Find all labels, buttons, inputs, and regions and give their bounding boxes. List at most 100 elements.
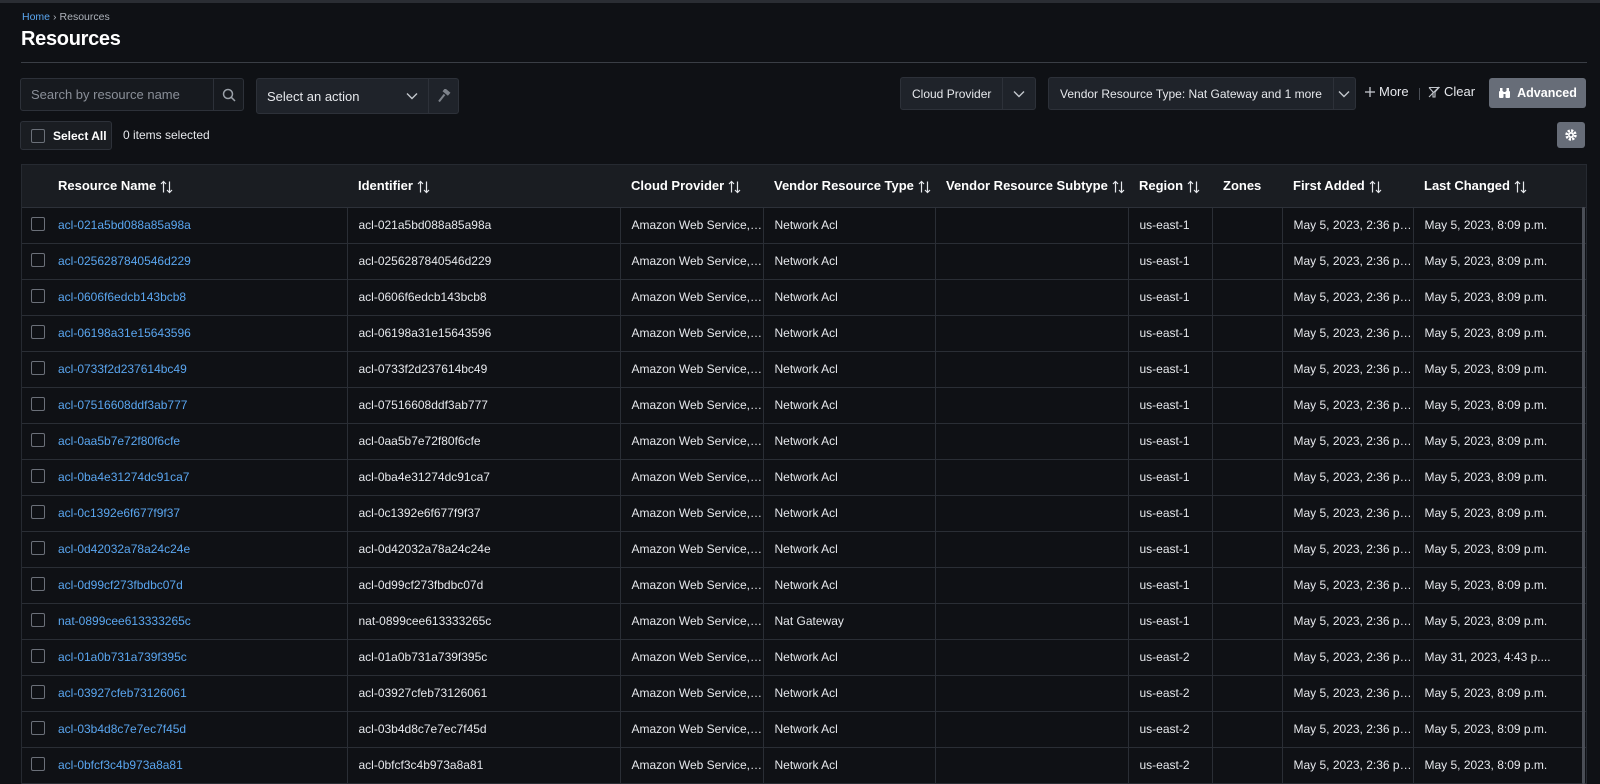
cloud-provider-filter-toggle[interactable] (1002, 78, 1035, 109)
cell-cloud-provider: Amazon Web Service, ... (620, 747, 764, 784)
column-header-resource-name[interactable]: Resource Name (47, 165, 347, 208)
column-header-zones: Zones (1212, 165, 1282, 208)
cell-identifier: acl-0d42032a78a24c24e (347, 531, 621, 568)
resource-name-link[interactable]: acl-01a0b731a739f395c (58, 650, 187, 664)
row-checkbox-cell (22, 387, 47, 424)
row-checkbox[interactable] (31, 324, 45, 339)
resource-name-link[interactable]: acl-0d42032a78a24c24e (58, 542, 190, 556)
table-row[interactable]: acl-03b4d8c7e7ec7f45d acl-03b4d8c7e7ec7f4… (22, 711, 1586, 748)
row-checkbox[interactable] (31, 432, 45, 447)
column-header-last-changed[interactable]: Last Changed (1413, 165, 1586, 208)
column-header-vendor-resource-type[interactable]: Vendor Resource Type (763, 165, 935, 208)
cell-first-added: May 5, 2023, 2:36 p.... (1282, 747, 1414, 784)
binoculars-icon (1499, 88, 1511, 98)
row-checkbox[interactable] (31, 684, 45, 699)
cell-vendor-resource-type: Network Acl (763, 639, 936, 676)
select-all-checkbox[interactable] (31, 128, 45, 143)
search-input[interactable] (21, 79, 213, 110)
table-row[interactable]: acl-0bfcf3c4b973a8a81 acl-0bfcf3c4b973a8a… (22, 747, 1586, 784)
table-scrollbar[interactable] (1582, 207, 1585, 784)
vendor-type-filter-toggle[interactable] (1332, 78, 1355, 109)
cell-first-added: May 5, 2023, 2:36 p.... (1282, 315, 1414, 352)
sort-icon[interactable] (1369, 180, 1382, 194)
table-row[interactable]: acl-021a5bd088a85a98a acl-021a5bd088a85a9… (22, 207, 1586, 244)
table-row[interactable]: acl-06198a31e15643596 acl-06198a31e156435… (22, 315, 1586, 352)
table-row[interactable]: acl-0606f6edcb143bcb8 acl-0606f6edcb143bc… (22, 279, 1586, 316)
row-checkbox-cell (22, 351, 47, 388)
row-checkbox[interactable] (31, 468, 45, 483)
row-checkbox[interactable] (31, 540, 45, 555)
cloud-provider-filter-label[interactable]: Cloud Provider (901, 87, 1002, 101)
column-header-region[interactable]: Region (1128, 165, 1212, 208)
row-checkbox[interactable] (31, 648, 45, 663)
vendor-type-filter-label[interactable]: Vendor Resource Type: Nat Gateway and 1 … (1049, 87, 1333, 101)
resource-name-link[interactable]: acl-0ba4e31274dc91ca7 (58, 470, 189, 484)
row-checkbox[interactable] (31, 396, 45, 411)
cell-identifier: acl-07516608ddf3ab777 (347, 387, 621, 424)
table-settings-button[interactable] (1557, 122, 1585, 148)
column-header-first-added[interactable]: First Added (1282, 165, 1413, 208)
resource-name-link[interactable]: acl-03b4d8c7e7ec7f45d (58, 722, 186, 736)
resource-name-link[interactable]: acl-06198a31e15643596 (58, 326, 191, 340)
resource-name-link[interactable]: acl-07516608ddf3ab777 (58, 398, 187, 412)
row-checkbox[interactable] (31, 576, 45, 591)
row-checkbox[interactable] (31, 612, 45, 627)
table-row[interactable]: acl-07516608ddf3ab777 acl-07516608ddf3ab7… (22, 387, 1586, 424)
action-dropdown[interactable]: Select an action (257, 79, 428, 113)
table-row[interactable]: acl-0733f2d237614bc49 acl-0733f2d237614bc… (22, 351, 1586, 388)
breadcrumb-home-link[interactable]: Home (22, 11, 50, 23)
cell-cloud-provider: Amazon Web Service, ... (620, 675, 764, 712)
row-checkbox[interactable] (31, 720, 45, 735)
more-filters-button[interactable]: More (1365, 84, 1409, 99)
resources-table-container: Resource Name Identifier Cloud Provider Ven… (21, 164, 1587, 784)
column-header-cloud-provider[interactable]: Cloud Provider (620, 165, 763, 208)
sort-icon[interactable] (1112, 180, 1125, 194)
row-checkbox[interactable] (31, 756, 45, 771)
table-row[interactable]: acl-03927cfeb73126061 acl-03927cfeb731260… (22, 675, 1586, 712)
sort-icon[interactable] (160, 180, 173, 194)
row-checkbox-cell (22, 243, 47, 280)
cell-last-changed: May 5, 2023, 8:09 p.m. (1413, 603, 1586, 640)
resource-name-link[interactable]: acl-021a5bd088a85a98a (58, 218, 191, 232)
column-header-vendor-resource-subtype[interactable]: Vendor Resource Subtype (935, 165, 1128, 208)
table-row[interactable]: nat-0899cee613333265c nat-0899cee61333326… (22, 603, 1586, 640)
table-row[interactable]: acl-0d99cf273fbdbc07d acl-0d99cf273fbdbc0… (22, 567, 1586, 604)
table-row[interactable]: acl-0aa5b7e72f80f6cfe acl-0aa5b7e72f80f6c… (22, 423, 1586, 460)
sort-icon[interactable] (1187, 180, 1200, 194)
column-header-identifier[interactable]: Identifier (347, 165, 620, 208)
resource-name-link[interactable]: acl-0bfcf3c4b973a8a81 (58, 758, 183, 772)
resource-name-link[interactable]: acl-0c1392e6f677f9f37 (58, 506, 180, 520)
cell-cloud-provider: Amazon Web Service, ... (620, 603, 764, 640)
search-button[interactable] (213, 79, 243, 110)
table-row[interactable]: acl-0c1392e6f677f9f37 acl-0c1392e6f677f9f… (22, 495, 1586, 532)
run-action-button[interactable] (428, 79, 458, 113)
sort-icon[interactable] (417, 180, 430, 194)
resource-name-link[interactable]: acl-0733f2d237614bc49 (58, 362, 187, 376)
table-row[interactable]: acl-0ba4e31274dc91ca7 acl-0ba4e31274dc91c… (22, 459, 1586, 496)
resource-name-link[interactable]: acl-0606f6edcb143bcb8 (58, 290, 186, 304)
row-checkbox[interactable] (31, 504, 45, 519)
sort-icon[interactable] (918, 180, 931, 194)
cell-first-added: May 5, 2023, 2:36 p.... (1282, 243, 1414, 280)
sort-icon[interactable] (1514, 180, 1527, 194)
column-header-label: First Added (1293, 177, 1365, 193)
row-checkbox[interactable] (31, 216, 45, 231)
select-all-button[interactable]: Select All (20, 121, 112, 150)
resource-name-link[interactable]: acl-0aa5b7e72f80f6cfe (58, 434, 180, 448)
resource-name-link[interactable]: nat-0899cee613333265c (58, 614, 191, 628)
advanced-search-button[interactable]: Advanced (1489, 78, 1586, 108)
table-row[interactable]: acl-0256287840546d229 acl-0256287840546d2… (22, 243, 1586, 280)
row-checkbox[interactable] (31, 288, 45, 303)
resource-name-link[interactable]: acl-03927cfeb73126061 (58, 686, 187, 700)
cell-vendor-resource-subtype (935, 387, 1129, 424)
clear-filters-button[interactable]: Clear (1428, 84, 1475, 99)
resource-name-link[interactable]: acl-0d99cf273fbdbc07d (58, 578, 183, 592)
row-checkbox-cell (22, 567, 47, 604)
resource-name-link[interactable]: acl-0256287840546d229 (58, 254, 191, 268)
sort-icon[interactable] (728, 180, 741, 194)
row-checkbox[interactable] (31, 252, 45, 267)
row-checkbox[interactable] (31, 360, 45, 375)
cell-identifier: acl-01a0b731a739f395c (347, 639, 621, 676)
table-row[interactable]: acl-01a0b731a739f395c acl-01a0b731a739f39… (22, 639, 1586, 676)
table-row[interactable]: acl-0d42032a78a24c24e acl-0d42032a78a24c2… (22, 531, 1586, 568)
